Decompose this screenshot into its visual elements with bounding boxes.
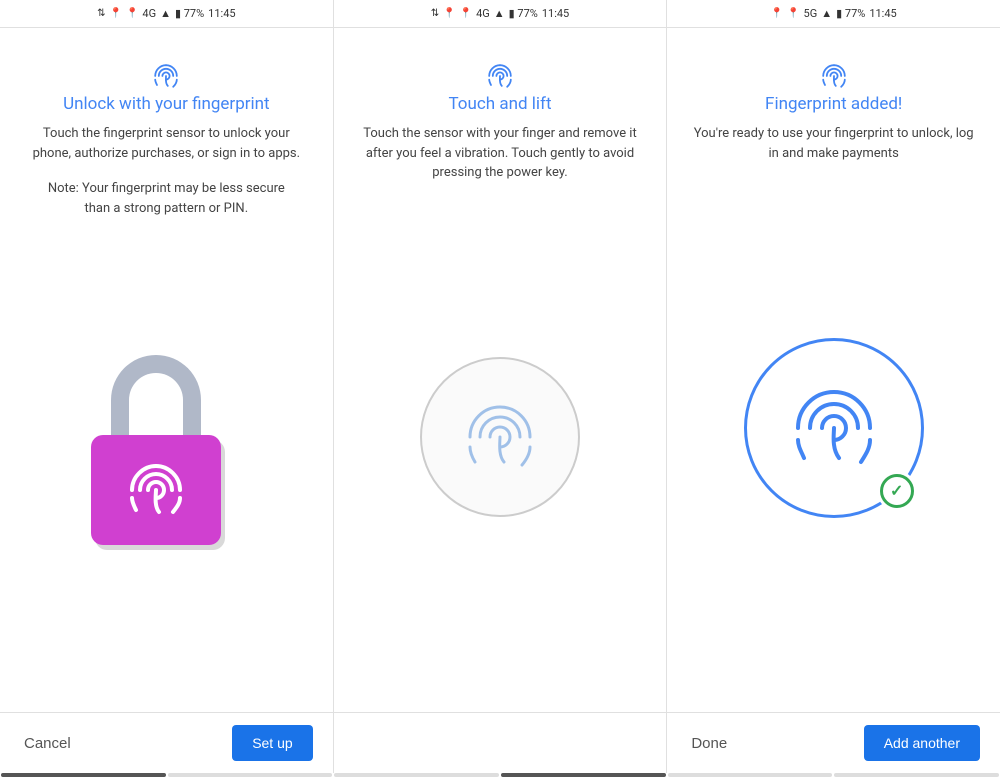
battery-3: ▮ 77%	[836, 7, 865, 20]
nav-segment-4	[501, 773, 666, 777]
battery-1: ▮ 77%	[175, 7, 204, 20]
lock-shackle	[111, 355, 201, 445]
checkmark-icon	[880, 474, 914, 508]
status-bar-3: 📍 📍 5G ▲ ▮ 77% 11:45	[667, 0, 1000, 27]
time-2: 11:45	[542, 7, 569, 20]
location2-icon-1: 📍	[126, 8, 138, 19]
lock-illustration	[81, 355, 251, 555]
panel-2-illustration	[354, 183, 647, 693]
battery-2: ▮ 77%	[509, 7, 538, 20]
nav-segment-3	[334, 773, 499, 777]
bottom-bars: Cancel Set up Done Add another	[0, 713, 1000, 773]
bottom-bar-1: Cancel Set up	[0, 713, 334, 773]
added-circle	[744, 338, 924, 518]
network-type-3: 5G	[804, 7, 818, 20]
lock-body	[91, 435, 221, 545]
signal-strength-2: ▲	[494, 7, 505, 20]
nav-segment-1	[1, 773, 166, 777]
panel-3-title: Fingerprint added!	[765, 94, 902, 114]
main-content: Unlock with your fingerprint Touch the f…	[0, 28, 1000, 713]
fingerprint-icon-top-2	[482, 58, 518, 94]
panel-unlock-fingerprint: Unlock with your fingerprint Touch the f…	[0, 28, 334, 712]
cancel-button[interactable]: Cancel	[20, 727, 75, 760]
panel-1-note: Note: Your fingerprint may be less secur…	[36, 179, 296, 218]
signal-strength-3: ▲	[821, 7, 832, 20]
added-fingerprint-icon	[774, 368, 894, 488]
panel-1-desc: Touch the fingerprint sensor to unlock y…	[26, 124, 306, 163]
location-icon-1: 📍	[109, 8, 121, 19]
network-type-1: 4G	[142, 7, 156, 20]
status-bar-2: ⇅ 📍 📍 4G ▲ ▮ 77% 11:45	[334, 0, 668, 27]
setup-button[interactable]: Set up	[232, 725, 312, 761]
status-bar-1: ⇅ 📍 📍 4G ▲ ▮ 77% 11:45	[0, 0, 334, 27]
time-1: 11:45	[208, 7, 235, 20]
location2-icon-2: 📍	[460, 8, 472, 19]
panel-fingerprint-added: Fingerprint added! You're ready to use y…	[667, 28, 1000, 712]
signal-icon-1: ⇅	[97, 8, 105, 19]
panel-1-title: Unlock with your fingerprint	[63, 94, 270, 114]
location-icon-2: 📍	[443, 8, 455, 19]
touch-circle	[420, 357, 580, 517]
panel-3-illustration	[687, 163, 980, 692]
fingerprint-icon-top-1	[148, 58, 184, 94]
location2-icon-3: 📍	[787, 8, 799, 19]
signal-strength-1: ▲	[160, 7, 171, 20]
done-button[interactable]: Done	[687, 727, 731, 760]
panel-3-desc: You're ready to use your fingerprint to …	[694, 124, 974, 163]
nav-segment-6	[834, 773, 999, 777]
nav-bar	[0, 773, 1000, 777]
panel-2-desc: Touch the sensor with your finger and re…	[360, 124, 640, 183]
location-icon-3: 📍	[771, 8, 783, 19]
panel-touch-lift: Touch and lift Touch the sensor with you…	[334, 28, 668, 712]
signal-icon-2: ⇅	[431, 8, 439, 19]
bottom-bar-2	[334, 713, 668, 773]
panel-2-title: Touch and lift	[448, 94, 551, 114]
nav-segment-2	[168, 773, 333, 777]
panel-1-illustration	[20, 218, 313, 692]
bottom-bar-3: Done Add another	[667, 713, 1000, 773]
time-3: 11:45	[869, 7, 896, 20]
add-another-button[interactable]: Add another	[864, 725, 980, 761]
nav-segment-5	[668, 773, 833, 777]
touch-fingerprint-icon	[450, 387, 550, 487]
checkmark-container	[877, 471, 917, 511]
lock-fingerprint-icon	[116, 450, 196, 530]
network-type-2: 4G	[476, 7, 490, 20]
status-bars: ⇅ 📍 📍 4G ▲ ▮ 77% 11:45 ⇅ 📍 📍 4G ▲ ▮ 77% …	[0, 0, 1000, 28]
fingerprint-icon-top-3	[816, 58, 852, 94]
